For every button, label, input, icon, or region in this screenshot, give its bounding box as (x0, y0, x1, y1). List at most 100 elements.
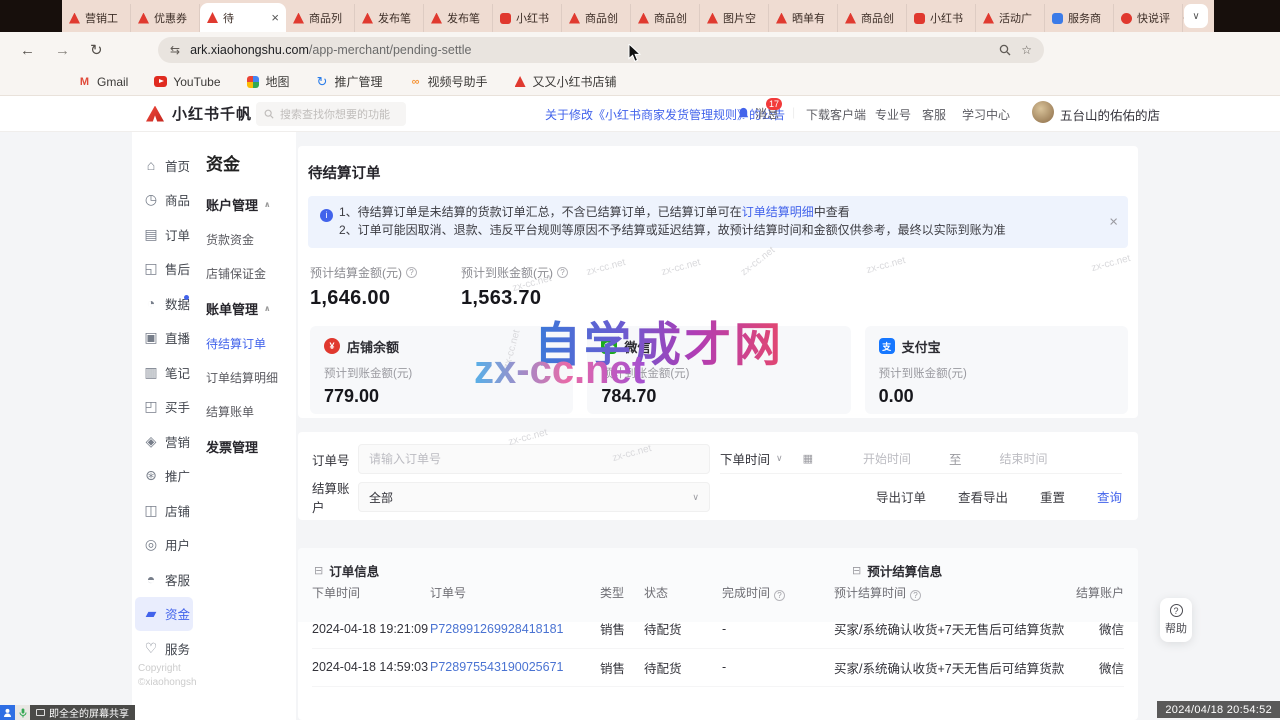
tab[interactable]: 商品创 (838, 4, 907, 32)
tab[interactable]: 快说评 (1114, 4, 1183, 32)
sidebar-item-home[interactable]: ⌂首页 (132, 148, 196, 183)
export-orders-button[interactable]: 导出订单 (876, 487, 926, 506)
submenu-group-bills[interactable]: 账单管理∧ (206, 299, 296, 318)
ark-favicon (776, 13, 787, 24)
sidebar-item-aftersale[interactable]: ◱售后 (132, 252, 196, 287)
sidebar-item-promotion[interactable]: ⊛推广 (132, 459, 196, 494)
pro-account-link[interactable]: 专业号 (875, 106, 911, 123)
learning-center-link[interactable]: 学习中心 (962, 106, 1010, 123)
sidebar-item-notes[interactable]: ▥笔记 (132, 355, 196, 390)
url-bar[interactable]: ⇆ ark.xiaohongshu.com/app-merchant/pendi… (158, 37, 1044, 63)
chevron-down-icon[interactable]: ∨ (1148, 106, 1155, 117)
sidebar-item-live[interactable]: ▣直播 (132, 321, 196, 356)
time-type-select[interactable]: 下单时间 (720, 449, 770, 468)
question-icon[interactable]: ? (774, 590, 785, 601)
bookmark-promo[interactable]: ↻推广管理 (316, 73, 383, 90)
buyer-icon: ◰ (143, 398, 159, 415)
sidebar-item-data[interactable]: ◔数据 (132, 286, 196, 321)
settle-account-select[interactable]: 全部 ∨ (358, 482, 710, 512)
sidebar-item-marketing[interactable]: ◈营销 (132, 424, 196, 459)
tab[interactable]: 活动广 (976, 4, 1045, 32)
tab[interactable]: 服务商 (1045, 4, 1114, 32)
ark-favicon (138, 13, 149, 24)
sidebar-item-services[interactable]: ♡服务 (132, 631, 196, 666)
tab[interactable]: 晒单有 (769, 4, 838, 32)
browser-toolbar: ← → ↻ ⇆ ark.xiaohongshu.com/app-merchant… (0, 32, 1280, 68)
chevron-down-icon: ∨ (776, 453, 783, 464)
participant-icon[interactable] (0, 705, 15, 720)
ark-favicon (569, 13, 580, 24)
query-button[interactable]: 查询 (1097, 487, 1122, 506)
tab[interactable]: 发布笔 (355, 4, 424, 32)
notice-banner: i1、待结算订单是未结算的货款订单汇总，不含已结算订单，已结算订单可在订单结算明… (308, 196, 1128, 248)
microphone-icon[interactable] (15, 705, 30, 720)
start-date-placeholder[interactable]: 开始时间 (863, 450, 911, 467)
url-text[interactable]: ark.xiaohongshu.com/app-merchant/pending… (190, 43, 989, 57)
back-button[interactable]: ← (20, 42, 35, 59)
order-no-input[interactable] (358, 444, 710, 474)
sidebar-item-shop[interactable]: ◫店铺 (132, 493, 196, 528)
caret-up-icon: ∧ (264, 200, 271, 209)
tab[interactable]: 发布笔 (424, 4, 493, 32)
tab-label: 优惠券 (154, 10, 187, 26)
close-icon[interactable]: × (1109, 213, 1118, 231)
sidebar-item-users[interactable]: ◎用户 (132, 528, 196, 563)
ark-favicon (207, 12, 218, 23)
submenu-item-deposit[interactable]: 店铺保证金 (206, 265, 296, 282)
submenu-item-settle-bill[interactable]: 结算账单 (206, 403, 296, 420)
submenu-group-account[interactable]: 账户管理∧ (206, 195, 296, 214)
forward-button[interactable]: → (55, 42, 70, 59)
bookmark-star-icon[interactable]: ☆ (1021, 43, 1032, 57)
submenu-item-payment-funds[interactable]: 货款资金 (206, 231, 296, 248)
store-avatar[interactable] (1032, 101, 1054, 123)
tab[interactable]: 优惠券 (131, 4, 200, 32)
sidebar-item-service[interactable]: ◓客服 (132, 562, 196, 597)
tab[interactable]: 营销工 (62, 4, 131, 32)
tab[interactable]: 商品创 (562, 4, 631, 32)
tab[interactable]: 图片空 (700, 4, 769, 32)
submenu-item-settle-detail[interactable]: 订单结算明细 (206, 369, 296, 386)
search-icon[interactable] (999, 44, 1011, 56)
order-number-link[interactable]: P728991269928418181 (430, 622, 600, 636)
view-export-button[interactable]: 查看导出 (958, 487, 1008, 506)
sidebar-item-goods[interactable]: ◷商品 (132, 183, 196, 218)
bookmark-gmail[interactable]: MGmail (78, 75, 128, 89)
sidebar-label: 营销 (165, 432, 190, 451)
reset-button[interactable]: 重置 (1040, 487, 1065, 506)
site-settings-icon[interactable]: ⇆ (170, 43, 180, 57)
end-date-placeholder[interactable]: 结束时间 (1000, 450, 1048, 467)
settle-detail-link[interactable]: 订单结算明细 (742, 205, 814, 219)
download-client-link[interactable]: 下载客户端 (806, 106, 866, 123)
close-tab-icon[interactable]: × (271, 11, 279, 24)
submenu-item-pending-settle[interactable]: 待结算订单 (206, 335, 296, 352)
customer-service-link[interactable]: 客服 (922, 106, 946, 123)
reload-button[interactable]: ↻ (90, 41, 103, 59)
tab-label: 晒单有 (792, 10, 825, 26)
question-icon[interactable]: ? (557, 267, 568, 278)
tab-overflow-chevron[interactable]: ∨ (1184, 4, 1208, 28)
date-range-picker[interactable]: 下单时间 ∨ ▦ 开始时间 至 结束时间 (720, 444, 1122, 474)
question-icon[interactable]: ? (910, 590, 921, 601)
order-number-link[interactable]: P728975543190025671 (430, 660, 600, 674)
bookmark-xhs-shop[interactable]: 又又小红书店铺 (514, 73, 617, 90)
sidebar-item-funds[interactable]: ▰资金 (135, 597, 193, 632)
tab[interactable]: 商品创 (631, 4, 700, 32)
tab-active[interactable]: 待× (200, 3, 286, 32)
help-button[interactable]: ? 帮助 (1160, 598, 1192, 642)
sidebar-item-buyer[interactable]: ◰买手 (132, 390, 196, 425)
sidebar-item-orders[interactable]: ▤订单 (132, 217, 196, 252)
tab[interactable]: 商品列 (286, 4, 355, 32)
screen-icon (36, 709, 45, 716)
question-icon[interactable]: ? (406, 267, 417, 278)
store-name[interactable]: 五台山的佑佑的店 (1060, 105, 1160, 124)
bookmark-video-helper[interactable]: ∞视频号助手 (409, 73, 488, 90)
tab[interactable]: 小红书 (907, 4, 976, 32)
notification-dot (184, 295, 189, 300)
tab[interactable]: 小红书 (493, 4, 562, 32)
submenu-group-invoice[interactable]: 发票管理 (206, 437, 296, 456)
bookmark-youtube[interactable]: YouTube (154, 75, 220, 89)
sidebar-label: 资金 (165, 604, 190, 623)
bookmark-maps[interactable]: 地图 (247, 73, 290, 90)
feature-search-input[interactable]: 搜索查找你想要的功能 (256, 102, 406, 126)
app-logo[interactable]: 小红书千帆 (146, 103, 252, 124)
